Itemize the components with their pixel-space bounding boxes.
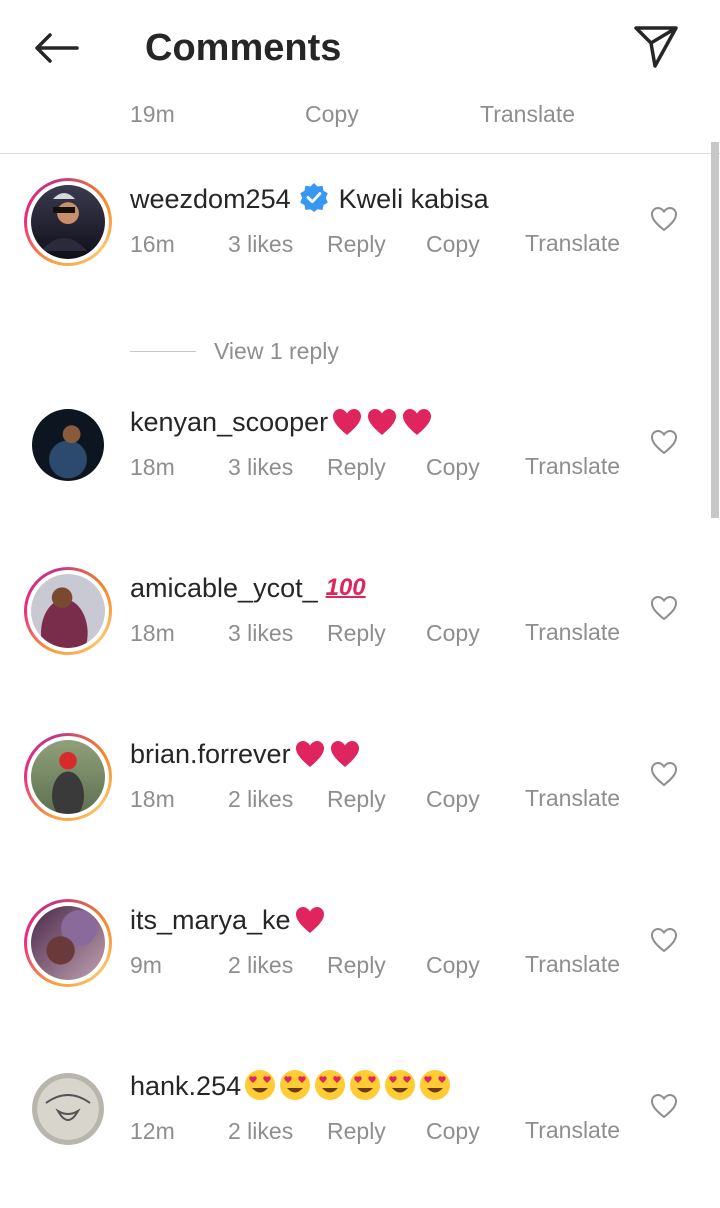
comment-time: 12m (130, 1118, 175, 1144)
like-heart-icon[interactable] (650, 761, 678, 787)
translate-button[interactable]: Translate (525, 779, 625, 818)
copy-button[interactable]: Copy (426, 230, 480, 258)
comment-time: 18m (130, 454, 175, 480)
view-replies-button[interactable]: View 1 reply (130, 336, 339, 366)
copy-button[interactable]: Copy (426, 453, 480, 481)
page-title: Comments (145, 27, 342, 69)
comment-item: its_marya_ke 9m 2 likes Reply Copy Trans… (0, 891, 700, 1041)
copy-button[interactable]: Copy (426, 1117, 480, 1145)
likes-count[interactable]: 3 likes (228, 453, 293, 481)
red-heart-icon (403, 409, 432, 435)
likes-count[interactable]: 2 likes (228, 785, 293, 813)
translate-button[interactable]: Translate (525, 945, 625, 984)
comment-time: 9m (130, 952, 162, 978)
comment-text: Kweli kabisa (338, 184, 489, 214)
comment-time: 19m (130, 101, 175, 127)
reply-button[interactable]: Reply (327, 951, 386, 979)
comment-time: 16m (130, 231, 175, 257)
back-button[interactable] (30, 26, 82, 70)
copy-button[interactable]: Copy (426, 619, 480, 647)
comment-time: 18m (130, 786, 175, 812)
comment-username[interactable]: its_marya_ke (130, 905, 291, 935)
share-button[interactable] (630, 22, 682, 70)
like-heart-icon[interactable] (650, 1093, 678, 1119)
previous-comment-actions: 19m Copy Translate (0, 96, 720, 154)
paper-plane-icon (634, 26, 678, 68)
likes-count[interactable]: 2 likes (228, 1117, 293, 1145)
comment-username[interactable]: hank.254 (130, 1071, 241, 1101)
avatar[interactable] (24, 567, 112, 655)
translate-button[interactable]: Translate (525, 613, 625, 652)
comment-item: hank.254 12m 2 likes Reply Copy Translat… (0, 1057, 700, 1207)
comment-username[interactable]: kenyan_scooper (130, 407, 328, 437)
like-heart-icon[interactable] (650, 429, 678, 455)
heart-eyes-face-icon (315, 1070, 346, 1100)
comment-username[interactable]: amicable_ycot_ (130, 573, 318, 603)
red-heart-icon (368, 409, 397, 435)
avatar[interactable] (24, 401, 112, 489)
heart-eyes-face-icon (350, 1070, 381, 1100)
avatar[interactable] (24, 178, 112, 266)
arrow-left-icon (35, 33, 79, 63)
comment-item: weezdom254 Kweli kabisa 16m 3 likes Repl… (0, 170, 700, 320)
red-heart-icon (295, 907, 324, 933)
reply-button[interactable]: Reply (327, 1117, 386, 1145)
view-replies-label: View 1 reply (214, 337, 339, 364)
comment-username[interactable]: brian.forrever (130, 739, 291, 769)
red-heart-icon (333, 409, 362, 435)
like-heart-icon[interactable] (650, 206, 678, 232)
avatar[interactable] (24, 733, 112, 821)
avatar[interactable] (24, 899, 112, 987)
comment-username[interactable]: weezdom254 (130, 184, 291, 214)
verified-badge-icon (299, 183, 328, 212)
comment-item: kenyan_scooper 18m 3 likes Reply Copy Tr… (0, 393, 700, 543)
divider (130, 350, 196, 352)
red-heart-icon (295, 741, 324, 767)
likes-count[interactable]: 2 likes (228, 951, 293, 979)
copy-button[interactable]: Copy (426, 951, 480, 979)
reply-button[interactable]: Reply (327, 230, 386, 258)
heart-eyes-face-icon (385, 1070, 416, 1100)
translate-button[interactable]: Translate (525, 1111, 625, 1150)
red-heart-icon (330, 741, 359, 767)
like-heart-icon[interactable] (650, 595, 678, 621)
heart-eyes-face-icon (245, 1070, 276, 1100)
translate-button[interactable]: Translate (525, 447, 625, 486)
heart-eyes-face-icon (280, 1070, 311, 1100)
copy-button[interactable]: Copy (426, 785, 480, 813)
likes-count[interactable]: 3 likes (228, 230, 293, 258)
reply-button[interactable]: Reply (327, 453, 386, 481)
header: Comments (0, 0, 720, 96)
heart-eyes-face-icon (420, 1070, 451, 1100)
scrollbar[interactable] (711, 142, 719, 518)
translate-button[interactable]: Translate (480, 100, 575, 128)
comment-item: brian.forrever 18m 2 likes Reply Copy Tr… (0, 725, 700, 875)
avatar[interactable] (24, 1065, 112, 1153)
comment-item: amicable_ycot_ 100 18m 3 likes Reply Copy… (0, 559, 700, 709)
likes-count[interactable]: 3 likes (228, 619, 293, 647)
translate-button[interactable]: Translate (525, 224, 625, 263)
comment-time: 18m (130, 620, 175, 646)
copy-button[interactable]: Copy (305, 100, 359, 128)
reply-button[interactable]: Reply (327, 619, 386, 647)
like-heart-icon[interactable] (650, 927, 678, 953)
reply-button[interactable]: Reply (327, 785, 386, 813)
hundred-points-icon: 100 (325, 574, 366, 601)
